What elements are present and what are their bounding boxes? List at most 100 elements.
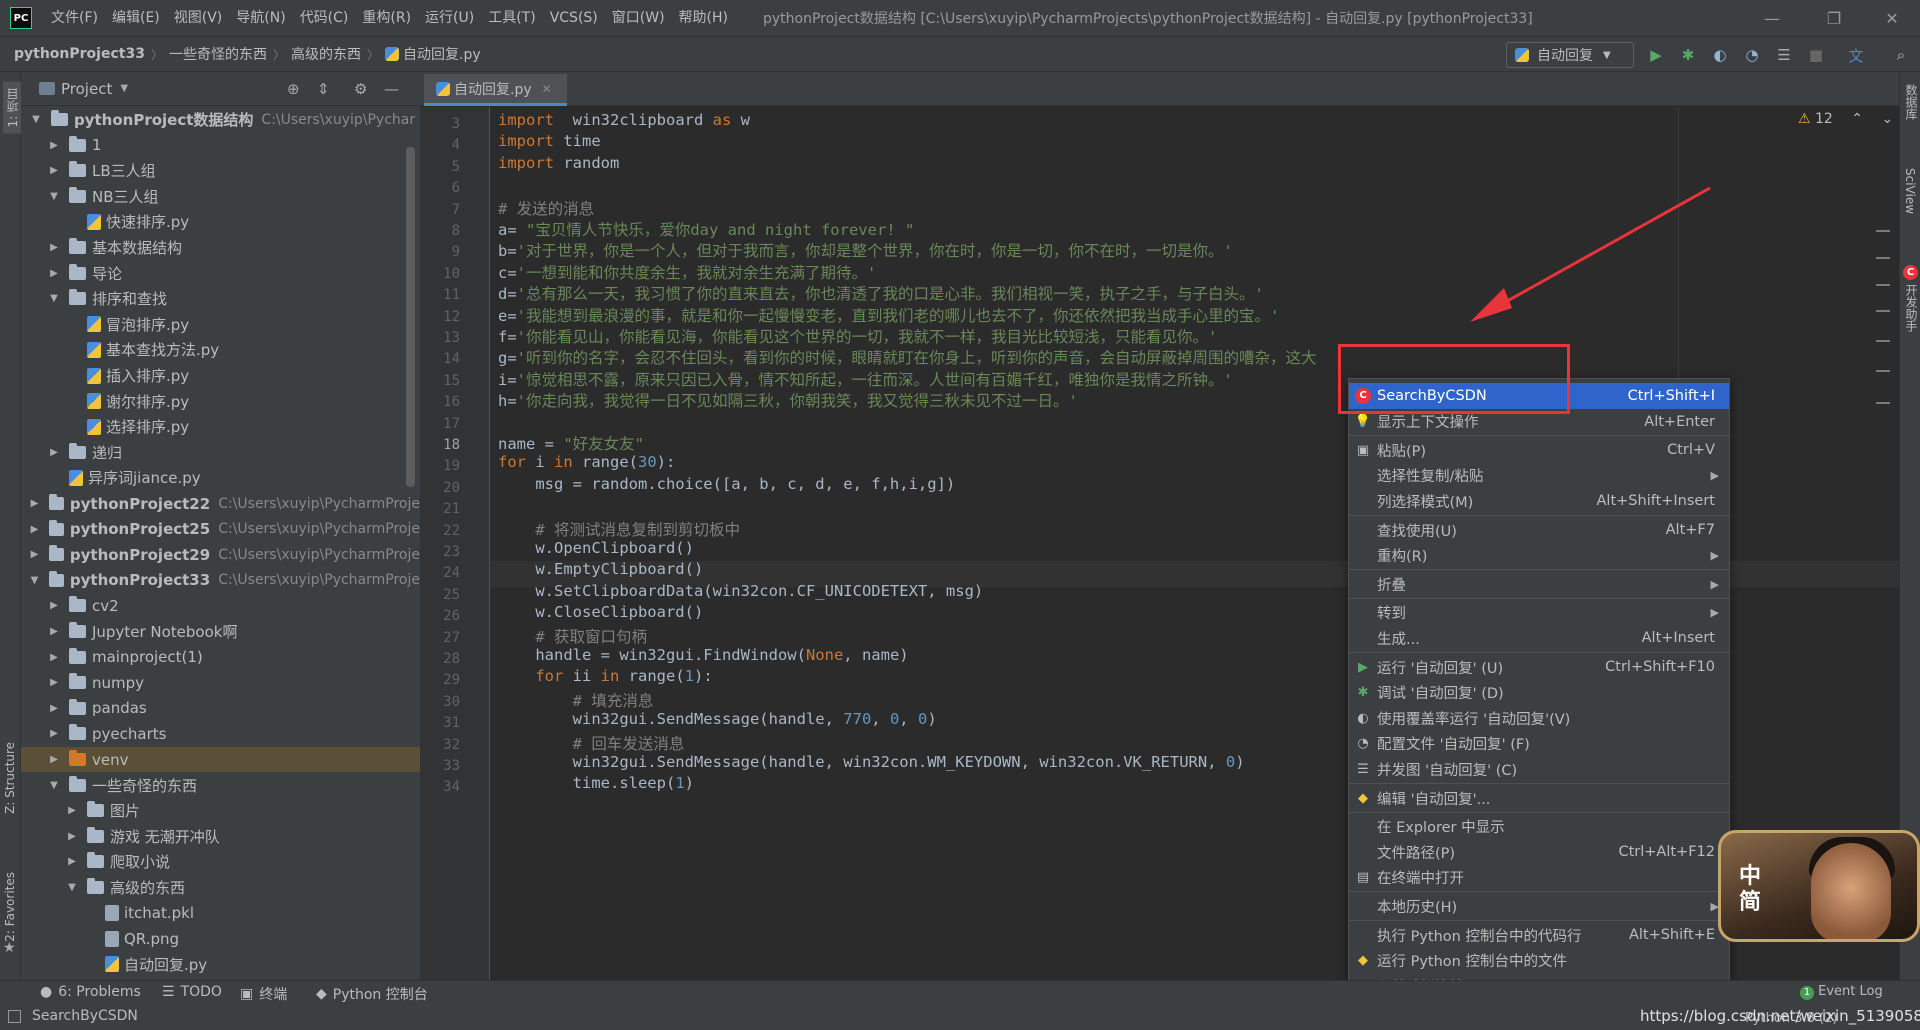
context-menu-item[interactable]: ✱ 调试 '自动回复' (D) bbox=[1349, 680, 1729, 706]
tree-node[interactable]: 谢尔排序.py bbox=[21, 389, 420, 414]
minimize-button[interactable]: — bbox=[1744, 0, 1800, 36]
menu-item[interactable]: 代码(C) bbox=[293, 0, 356, 36]
context-menu-item[interactable]: 在 Explorer 中显示 bbox=[1349, 814, 1729, 840]
coverage-icon[interactable]: ◐ bbox=[1709, 44, 1731, 66]
expanded-chevron-icon[interactable]: ▼ bbox=[28, 575, 41, 586]
tree-node[interactable]: QR.png bbox=[21, 926, 420, 951]
database-tool-tab[interactable]: 数据库 bbox=[1903, 84, 1920, 120]
tree-node[interactable]: ▶ 基本数据结构 bbox=[21, 235, 420, 260]
collapsed-chevron-icon[interactable]: ▶ bbox=[47, 447, 61, 458]
tree-node[interactable]: ▶ venv bbox=[21, 747, 420, 772]
collapsed-chevron-icon[interactable]: ▶ bbox=[28, 498, 41, 509]
tree-node[interactable]: ▶ numpy bbox=[21, 670, 420, 695]
tree-node[interactable]: 插入排序.py bbox=[21, 363, 420, 388]
chevron-down-icon[interactable]: ▼ bbox=[120, 83, 128, 94]
breadcrumb-folder[interactable]: 一些奇怪的东西 bbox=[165, 44, 271, 64]
breadcrumb-file[interactable]: 自动回复.py bbox=[381, 44, 485, 64]
code-line[interactable]: h='你走向我，我觉得一日不见如隔三秋，你朝我笑，我又觉得三秋未见不过一日。' bbox=[498, 389, 1078, 415]
context-menu-item[interactable]: 文件路径(P) Ctrl+Alt+F12 bbox=[1349, 839, 1729, 865]
error-stripe-mark[interactable] bbox=[1876, 340, 1890, 342]
search-icon[interactable]: ⌕ bbox=[1890, 44, 1912, 66]
tree-node[interactable]: ▼ 排序和查找 bbox=[21, 286, 420, 311]
collapsed-chevron-icon[interactable]: ▶ bbox=[47, 652, 61, 663]
collapsed-chevron-icon[interactable]: ▶ bbox=[47, 600, 61, 611]
context-menu-item[interactable]: 重构(R) ▶ bbox=[1349, 543, 1729, 569]
tree-node[interactable]: ▶ 1 bbox=[21, 133, 420, 158]
collapsed-chevron-icon[interactable]: ▶ bbox=[28, 524, 41, 535]
event-log-button[interactable]: 1 Event Log bbox=[1800, 984, 1883, 1000]
locate-icon[interactable]: ⊕ bbox=[287, 80, 300, 98]
tree-node[interactable]: 选择排序.py bbox=[21, 414, 420, 439]
error-stripe-mark[interactable] bbox=[1876, 370, 1890, 372]
stop-icon[interactable]: ■ bbox=[1805, 44, 1827, 66]
run-icon[interactable]: ▶ bbox=[1645, 44, 1667, 66]
chevron-down-icon[interactable]: ⌄ bbox=[1881, 111, 1893, 127]
tool-window-button[interactable]: ● 6: Problems bbox=[40, 984, 141, 1000]
tree-node[interactable]: 冒泡排序.py bbox=[21, 312, 420, 337]
menu-item[interactable]: 导航(N) bbox=[229, 0, 292, 36]
tree-node[interactable]: ▶ Jupyter Notebook啊 bbox=[21, 619, 420, 644]
expanded-chevron-icon[interactable]: ▼ bbox=[29, 114, 43, 125]
collapsed-chevron-icon[interactable]: ▶ bbox=[47, 268, 61, 279]
context-menu-item[interactable]: ☰ 并发图 '自动回复' (C) bbox=[1349, 756, 1729, 782]
structure-tool-tab[interactable]: Z: Structure bbox=[3, 742, 17, 814]
code-line[interactable]: import random bbox=[498, 154, 619, 180]
sciview-tool-tab[interactable]: SciView bbox=[1903, 168, 1917, 214]
collapsed-chevron-icon[interactable]: ▶ bbox=[28, 549, 41, 560]
error-stripe-mark[interactable] bbox=[1876, 257, 1890, 259]
error-stripe-mark[interactable] bbox=[1876, 284, 1890, 286]
tree-node[interactable]: itchat.pkl bbox=[21, 901, 420, 926]
menu-item[interactable]: 窗口(W) bbox=[605, 0, 672, 36]
collapsed-chevron-icon[interactable]: ▶ bbox=[65, 856, 79, 867]
context-menu-item[interactable]: 列选择模式(M) Alt+Shift+Insert bbox=[1349, 488, 1729, 514]
tree-node[interactable]: ▶ 递归 bbox=[21, 440, 420, 465]
tree-node[interactable]: ▶ pythonProject29 C:\Users\xuyip\PycharmPr… bbox=[21, 542, 420, 567]
tool-window-button[interactable]: ▣ 终端 bbox=[240, 984, 287, 1004]
profile-icon[interactable]: ◔ bbox=[1741, 44, 1763, 66]
tree-node[interactable]: ▶ pandas bbox=[21, 696, 420, 721]
tree-node[interactable]: 基本查找方法.py bbox=[21, 337, 420, 362]
expanded-chevron-icon[interactable]: ▼ bbox=[47, 780, 61, 791]
tool-window-button[interactable]: ☰ TODO bbox=[162, 984, 222, 1000]
menu-item[interactable]: 运行(U) bbox=[418, 0, 481, 36]
tree-node[interactable]: ▶ 导论 bbox=[21, 261, 420, 286]
tree-node[interactable]: ▼ pythonProject数据结构 C:\Users\xuyip\Pychar bbox=[21, 107, 420, 132]
menu-item[interactable]: 工具(T) bbox=[481, 0, 542, 36]
tree-node[interactable]: ▼ 高级的东西 bbox=[21, 875, 420, 900]
expanded-chevron-icon[interactable]: ▼ bbox=[47, 293, 61, 304]
context-menu-item[interactable]: ▣ 粘贴(P) Ctrl+V bbox=[1349, 437, 1729, 463]
debug-icon[interactable]: ✱ bbox=[1677, 44, 1699, 66]
dev-helper-tool-tab[interactable]: 开发助手 bbox=[1903, 284, 1920, 332]
collapsed-chevron-icon[interactable]: ▶ bbox=[47, 165, 61, 176]
tree-node[interactable]: 自动回复.py bbox=[21, 952, 420, 977]
tree-node[interactable]: ▶ pythonProject25 C:\Users\xuyip\PycharmPr… bbox=[21, 517, 420, 542]
context-menu-item[interactable]: 查找使用(U) Alt+F7 bbox=[1349, 517, 1729, 543]
context-menu-item[interactable]: ▤ 在终端中打开 bbox=[1349, 865, 1729, 891]
project-view-select[interactable]: Project bbox=[61, 80, 112, 98]
tree-node[interactable]: 异序词jiance.py bbox=[21, 465, 420, 490]
close-tab-icon[interactable]: ✕ bbox=[542, 82, 552, 96]
favorites-tool-tab[interactable]: 2: Favorites bbox=[3, 872, 17, 942]
breadcrumb-subfolder[interactable]: 高级的东西 bbox=[287, 44, 365, 64]
expanded-chevron-icon[interactable]: ▼ bbox=[65, 882, 79, 893]
error-stripe-mark[interactable] bbox=[1876, 310, 1890, 312]
collapsed-chevron-icon[interactable]: ▶ bbox=[65, 805, 79, 816]
collapsed-chevron-icon[interactable]: ▶ bbox=[47, 703, 61, 714]
menu-item[interactable]: VCS(S) bbox=[543, 0, 605, 36]
menu-item[interactable]: 编辑(E) bbox=[105, 0, 167, 36]
collapsed-chevron-icon[interactable]: ▶ bbox=[47, 677, 61, 688]
tree-node[interactable]: ▶ pythonProject22 C:\Users\xuyip\PycharmPr… bbox=[21, 491, 420, 516]
menu-item[interactable]: 帮助(H) bbox=[672, 0, 735, 36]
tree-node[interactable]: ▼ pythonProject33 C:\Users\xuyip\PycharmPr… bbox=[21, 568, 420, 593]
chevron-up-icon[interactable]: ⌃ bbox=[1851, 111, 1863, 127]
concurrency-icon[interactable]: ☰ bbox=[1773, 44, 1795, 66]
collapsed-chevron-icon[interactable]: ▶ bbox=[47, 140, 61, 151]
context-menu-item[interactable]: 转到 ▶ bbox=[1349, 600, 1729, 626]
tree-vertical-scrollbar[interactable] bbox=[406, 147, 415, 487]
tree-node[interactable]: ▶ 游戏 无潮开冲队 bbox=[21, 824, 420, 849]
error-stripe-mark[interactable] bbox=[1876, 402, 1890, 404]
tree-node[interactable]: ▶ LB三人组 bbox=[21, 158, 420, 183]
collapse-all-icon[interactable]: ⇕ bbox=[317, 80, 330, 98]
tree-node[interactable]: ▼ 一些奇怪的东西 bbox=[21, 773, 420, 798]
close-button[interactable]: ✕ bbox=[1864, 0, 1920, 36]
